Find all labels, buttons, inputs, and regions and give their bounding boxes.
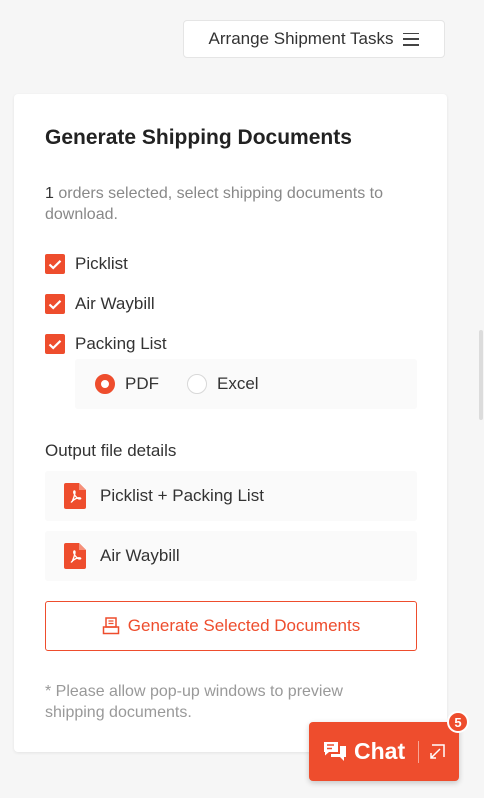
output-file-details-label: Output file details	[45, 441, 177, 460]
radio-unselected-icon[interactable]	[187, 374, 207, 394]
document-option-packing-list[interactable]: Packing List	[45, 334, 167, 354]
document-option-label: Air Waybill	[75, 294, 155, 313]
format-option-excel[interactable]: Excel	[187, 374, 259, 394]
selection-description-text: orders selected, select shipping documen…	[45, 185, 383, 223]
pdf-file-icon	[64, 483, 86, 509]
selection-description: 1 orders selected, select shipping docum…	[45, 183, 425, 225]
popup-note: * Please allow pop-up windows to preview…	[45, 683, 343, 721]
panel-title: Generate Shipping Documents	[45, 126, 352, 149]
pdf-file-icon	[64, 543, 86, 569]
generate-button-label: Generate Selected Documents	[127, 616, 361, 635]
scrollbar-thumb[interactable]	[479, 330, 483, 420]
output-file-item: Picklist + Packing List	[45, 471, 417, 521]
chat-bubbles-icon	[324, 741, 346, 761]
checkbox-checked-icon[interactable]	[45, 294, 65, 314]
chat-unread-badge: 5	[447, 711, 469, 733]
generate-documents-panel: Generate Shipping Documents 1 orders sel…	[14, 94, 447, 752]
checkbox-checked-icon[interactable]	[45, 334, 65, 354]
arrange-shipment-tasks-button[interactable]: Arrange Shipment Tasks	[183, 20, 445, 58]
format-option-label: Excel	[217, 374, 259, 393]
document-option-picklist[interactable]: Picklist	[45, 254, 128, 274]
expand-chat-icon[interactable]	[428, 743, 446, 761]
checkbox-checked-icon[interactable]	[45, 254, 65, 274]
output-file-label: Air Waybill	[100, 546, 180, 565]
selected-count: 1	[45, 185, 54, 202]
menu-icon	[403, 32, 420, 46]
format-option-label: PDF	[125, 374, 159, 393]
document-option-label: Packing List	[75, 334, 167, 353]
chat-label: Chat	[354, 738, 406, 764]
printer-icon	[102, 617, 120, 635]
output-file-item: Air Waybill	[45, 531, 417, 581]
chat-divider	[418, 740, 420, 763]
document-option-label: Picklist	[75, 254, 128, 273]
chat-button[interactable]: Chat	[309, 722, 459, 781]
document-option-air-waybill[interactable]: Air Waybill	[45, 294, 155, 314]
generate-selected-documents-button[interactable]: Generate Selected Documents	[45, 601, 417, 651]
arrange-button-label: Arrange Shipment Tasks	[208, 29, 394, 48]
radio-selected-icon[interactable]	[95, 374, 115, 394]
output-file-label: Picklist + Packing List	[100, 486, 264, 505]
format-option-pdf[interactable]: PDF	[95, 374, 159, 394]
packing-list-format-group: PDF Excel	[75, 359, 417, 409]
page-scrollbar[interactable]	[478, 0, 484, 798]
